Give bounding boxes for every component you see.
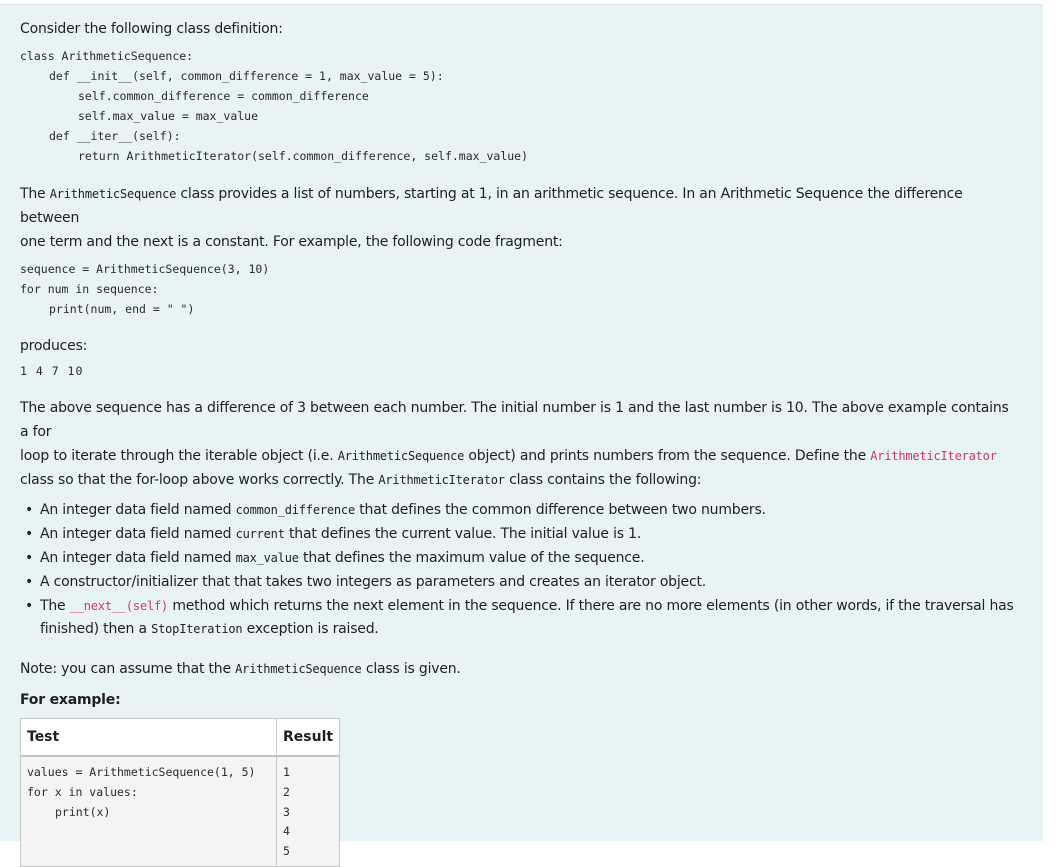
bullet-icon: •: [25, 526, 34, 542]
example-table: Test Result values = ArithmeticSequence(…: [20, 718, 341, 867]
test-cell: values = ArithmeticSequence(1, 5) for x …: [20, 755, 277, 867]
list-item: • An integer data field named current tha…: [25, 523, 1020, 546]
table-header-test: Test: [20, 718, 277, 757]
code-line: def __init__(self, common_difference = 1…: [49, 69, 444, 83]
produces-label: produces:: [20, 338, 88, 354]
list-item: • A constructor/initializer that that tak…: [25, 571, 1020, 594]
inline-code: ArithmeticIterator: [870, 449, 997, 463]
code-line: return ArithmeticIterator(self.common_di…: [78, 149, 529, 163]
paragraph-1: The ArithmeticSequence class provides a …: [20, 186, 963, 250]
code-line: sequence = ArithmeticSequence(3, 10): [20, 262, 270, 276]
code-line: def __iter__(self):: [49, 129, 181, 143]
for-example-heading: For example:: [20, 692, 121, 708]
bullet-icon: •: [25, 598, 34, 614]
inline-code: ArithmeticSequence: [337, 449, 465, 463]
bullet-icon: •: [25, 574, 34, 590]
inline-code: __next__(self): [69, 599, 169, 613]
question-content: Consider the following class definition:…: [20, 17, 1020, 867]
list-item: • An integer data field named common_diff…: [25, 499, 1020, 522]
example-code-block: sequence = ArithmeticSequence(3, 10) for…: [20, 259, 1020, 319]
code-line: for num in sequence:: [20, 282, 159, 296]
list-item: • An integer data field named max_value t…: [25, 547, 1020, 570]
question-panel: Consider the following class definition:…: [0, 4, 1043, 867]
bullet-icon: •: [25, 550, 34, 566]
paragraph-2: The above sequence has a difference of 3…: [20, 400, 1009, 488]
result-cell: 1 2 3 4 5: [275, 755, 341, 867]
intro-text: Consider the following class definition:: [20, 21, 283, 37]
produces-output: 1 4 7 10: [20, 364, 84, 378]
class-code-block: class ArithmeticSequence: def __init__(s…: [20, 46, 1020, 166]
code-line: self.common_difference = common_differen…: [78, 89, 369, 103]
inline-code: ArithmeticSequence: [49, 187, 177, 201]
code-line: class ArithmeticSequence:: [20, 49, 194, 63]
code-line: self.max_value = max_value: [78, 109, 259, 123]
note-text: Note: you can assume that the Arithmetic…: [20, 661, 461, 677]
list-item: • The __next__(self) method which returns…: [25, 595, 1020, 641]
table-header-row: Test Result: [20, 718, 341, 757]
code-line: print(num, end = " "): [49, 302, 195, 316]
table-header-result: Result: [275, 718, 341, 757]
table-row: values = ArithmeticSequence(1, 5) for x …: [20, 755, 341, 867]
bullet-icon: •: [25, 502, 34, 518]
inline-code: ArithmeticIterator: [378, 473, 505, 487]
requirements-list: • An integer data field named common_diff…: [20, 499, 1020, 641]
